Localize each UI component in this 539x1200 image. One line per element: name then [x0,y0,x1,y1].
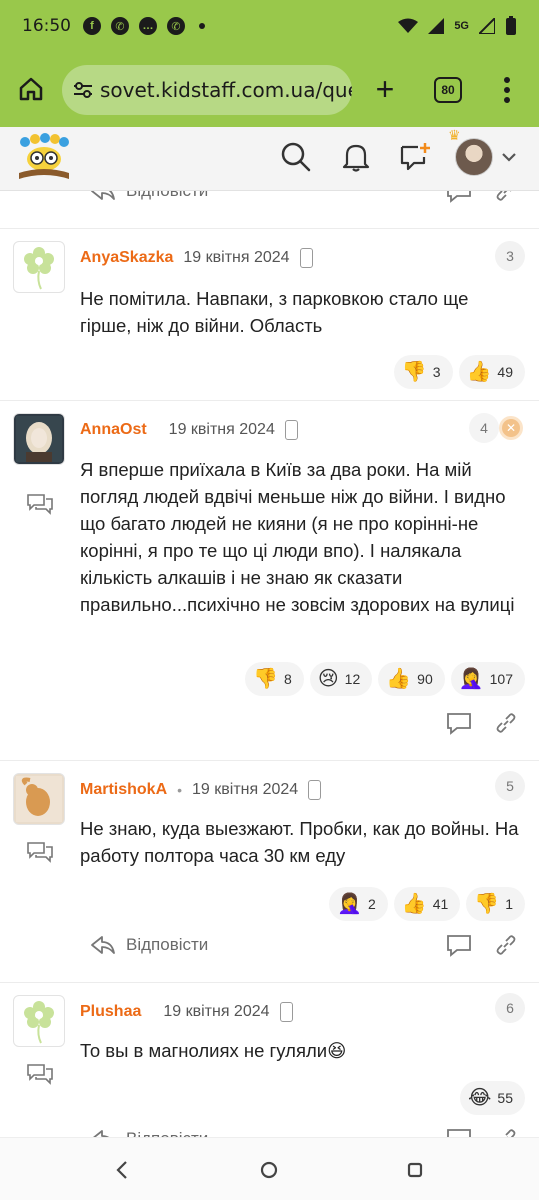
wifi-icon [398,18,419,33]
comment-text: Не знаю, куда выезжают. Пробки, как до в… [80,818,519,866]
reply-icon [91,191,115,200]
username[interactable]: AnyaSkazka [80,249,173,267]
site-logo[interactable] [15,133,73,183]
crown-icon: ♛ [448,127,461,143]
reaction-dislike[interactable]: 👎 3 [393,355,453,389]
separator-dot: • [177,782,183,798]
comment-date: 19 квітня 2024 [168,421,275,438]
avatar[interactable] [13,773,65,825]
url-text: sovet.kidstaff.com.ua/ques [100,78,352,102]
comment-item: AnyaSkazka 19 квітня 2024 3 Не помітила.… [0,229,539,401]
signal-icon [428,18,445,34]
more-notifications-icon [199,23,205,29]
mobile-device-icon [308,780,322,800]
link-icon[interactable] [495,1128,517,1137]
new-message-icon[interactable] [397,139,433,175]
username[interactable]: AnnaOst [80,421,147,439]
reaction-facepalm[interactable]: 🤦‍♀️ 107 [450,662,525,696]
avatar[interactable] [13,413,65,465]
reply-button[interactable]: Відповісти [90,191,208,201]
comment-date: 19 квітня 2024 [163,1003,270,1020]
mobile-device-icon [284,420,298,440]
comment-item: Plushaa 19 квітня 2024 6 То вы в магноли… [0,983,539,1137]
reaction-like[interactable]: 👍 49 [458,355,525,389]
system-nav-bar [0,1137,539,1200]
reaction-dislike[interactable]: 👎 8 [245,662,304,696]
comment-text: То вы в магнолиях не гуляли😆 [80,1040,347,1061]
reaction-like[interactable]: 👍 41 [393,887,461,921]
browser-menu-button[interactable] [497,74,517,106]
bell-icon[interactable] [338,139,374,175]
comment-text: Не помітила. Навпаки, з парковкою стало … [80,288,469,336]
chat-bubbles-icon[interactable] [26,493,54,515]
comment-icon[interactable] [445,933,473,957]
facebook-icon: f [83,17,101,35]
chevron-down-icon[interactable] [499,147,519,167]
comment-number[interactable]: 4 [469,413,499,443]
reaction-like[interactable]: 👍 90 [378,662,445,696]
avatar[interactable] [13,995,65,1047]
home-icon [19,77,43,101]
link-icon[interactable] [495,712,517,734]
chat-icon: … [139,17,157,35]
mobile-device-icon [279,1002,293,1022]
link-icon[interactable] [495,191,517,202]
comment-date: 19 квітня 2024 [183,249,290,266]
comment-item: AnnaOst 19 квітня 2024 4 ✕ Я вперше приї… [0,401,539,761]
comment-item: MartishokA • 19 квітня 2024 5 Не знаю, к… [0,761,539,983]
viber-icon: ✆ [167,17,185,35]
whatsapp-icon: ✆ [111,17,129,35]
new-tab-button[interactable]: + [368,72,402,106]
battery-icon [506,16,516,35]
reaction-laugh[interactable]: 😂 55 [460,1081,525,1115]
status-time: 16:50 [22,16,71,36]
back-icon[interactable] [108,1156,136,1184]
mobile-device-icon [299,248,313,268]
comment-number[interactable]: 3 [495,241,525,271]
home-circle-icon[interactable] [255,1156,283,1184]
user-avatar[interactable] [455,138,493,176]
address-bar[interactable]: sovet.kidstaff.com.ua/ques [62,65,352,115]
site-settings-icon[interactable] [72,76,94,104]
comment-date: 19 квітня 2024 [192,781,299,798]
signal-2-icon [479,18,495,34]
browser-chrome: 16:50 f ✆ … ✆ 5G sovet.kidstaff.com.ua/q… [0,0,539,127]
reply-button[interactable]: Відповісти [90,1129,208,1137]
status-bar: 16:50 f ✆ … ✆ 5G [0,0,539,52]
comment-icon[interactable] [445,1127,473,1137]
username[interactable]: Plushaa [80,1003,141,1021]
avatar[interactable] [13,241,65,293]
previous-comment-tail: Відповісти [0,191,539,229]
comment-icon[interactable] [445,711,473,735]
comment-number[interactable]: 6 [495,993,525,1023]
home-button[interactable] [14,72,48,106]
username[interactable]: MartishokA [80,781,167,799]
reaction-facepalm[interactable]: 🤦‍♀️ 2 [329,887,388,921]
url-row: sovet.kidstaff.com.ua/ques + 80 [0,60,539,120]
close-icon[interactable]: ✕ [499,416,523,440]
comment-text: Я вперше приїхала в Київ за два роки. На… [80,459,515,615]
chat-bubbles-icon[interactable] [26,1063,54,1085]
comment-icon[interactable] [445,191,473,203]
reply-button[interactable]: Відповісти [90,935,208,955]
comments-list: Відповісти AnyaSkazka 19 квітня 2024 3 Н… [0,191,539,1137]
network-type: 5G [454,20,469,32]
link-icon[interactable] [495,934,517,956]
comment-number[interactable]: 5 [495,771,525,801]
site-header: ♛ [0,127,539,191]
reply-icon [93,1130,110,1137]
chat-bubbles-icon[interactable] [26,841,54,863]
reaction-cry[interactable]: 😢 12 [309,662,373,696]
reply-icon [91,936,115,954]
search-icon[interactable] [278,139,314,175]
reaction-dislike[interactable]: 👎 1 [466,887,525,921]
tab-switcher-button[interactable]: 80 [434,77,462,103]
recents-icon[interactable] [401,1156,429,1184]
